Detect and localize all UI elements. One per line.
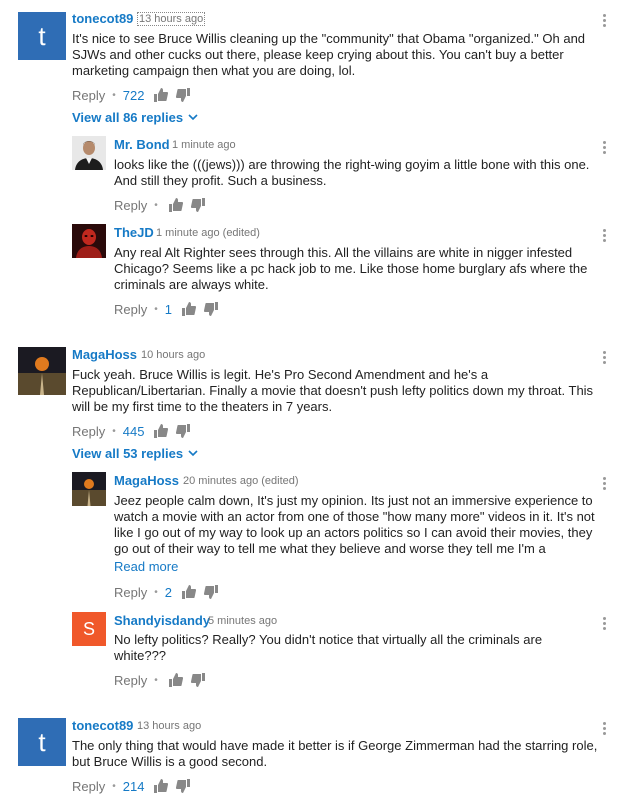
comment-text: It's nice to see Bruce Willis cleaning u…: [72, 31, 586, 78]
avatar[interactable]: t: [18, 718, 66, 766]
comment-text: Fuck yeah. Bruce Willis is legit. He's P…: [72, 367, 594, 414]
comment-timestamp[interactable]: 13 hours ago: [137, 720, 201, 732]
comment-actions: Reply • 445: [72, 423, 198, 439]
comment-actions: Reply • 722: [72, 87, 198, 103]
comment-actions: Reply • 1: [114, 301, 226, 317]
comment-text: looks like the (((jews))) are throwing t…: [114, 157, 590, 188]
reply-button[interactable]: Reply: [114, 198, 147, 213]
separator-dot: •: [154, 586, 158, 598]
comment-timestamp[interactable]: 13 hours ago: [137, 12, 206, 26]
reply-button[interactable]: Reply: [114, 302, 147, 317]
thumbs-up-icon[interactable]: [182, 302, 197, 316]
view-replies-label: View all 53 replies: [72, 446, 184, 461]
more-options-icon[interactable]: [603, 477, 607, 492]
like-count: 722: [122, 87, 145, 103]
comment-text: The only thing that would have made it b…: [72, 738, 598, 769]
comment-author[interactable]: Shandyisdandy: [114, 613, 210, 628]
separator-dot: •: [154, 199, 158, 211]
thumbs-up-icon[interactable]: [168, 673, 183, 687]
separator-dot: •: [154, 674, 158, 686]
reply-button[interactable]: Reply: [72, 424, 105, 439]
comment-actions: Reply •: [114, 672, 213, 688]
comment-text: Any real Alt Righter sees through this. …: [114, 245, 588, 292]
comment-timestamp[interactable]: 20 minutes ago (edited): [183, 475, 299, 487]
like-count: 214: [122, 778, 145, 794]
separator-dot: •: [112, 89, 116, 101]
comment-author[interactable]: tonecot89: [72, 718, 133, 733]
thumbs-down-icon[interactable]: [203, 585, 218, 599]
separator-dot: •: [112, 425, 116, 437]
thumbs-up-icon[interactable]: [168, 198, 183, 212]
comment-actions: Reply • 2: [114, 584, 226, 600]
avatar[interactable]: [72, 472, 106, 506]
more-options-icon[interactable]: [603, 722, 607, 737]
thumbs-down-icon[interactable]: [190, 673, 205, 687]
reply-button[interactable]: Reply: [114, 673, 147, 688]
thumbs-up-icon[interactable]: [154, 779, 169, 793]
view-replies-button[interactable]: View all 86 replies: [72, 110, 198, 125]
more-options-icon[interactable]: [603, 351, 607, 366]
thumbs-down-icon[interactable]: [176, 424, 191, 438]
chevron-down-icon: [188, 450, 198, 457]
more-options-icon[interactable]: [603, 617, 607, 632]
separator-dot: •: [154, 303, 158, 315]
comment-author[interactable]: Mr. Bond: [114, 137, 170, 152]
more-options-icon[interactable]: [603, 14, 607, 29]
more-options-icon[interactable]: [603, 141, 607, 156]
thumbs-up-icon[interactable]: [154, 88, 169, 102]
like-count: 445: [122, 423, 145, 439]
comment-author[interactable]: MagaHoss: [114, 473, 179, 488]
read-more-link[interactable]: Read more: [114, 559, 178, 574]
thumbs-down-icon[interactable]: [190, 198, 205, 212]
comment-timestamp[interactable]: 1 minute ago (edited): [156, 227, 260, 239]
comment-author[interactable]: TheJD: [114, 225, 154, 240]
thumbs-down-icon[interactable]: [176, 779, 191, 793]
comment-timestamp[interactable]: 1 minute ago: [172, 139, 236, 151]
reply-button[interactable]: Reply: [72, 779, 105, 794]
thumbs-up-icon[interactable]: [154, 424, 169, 438]
view-replies-label: View all 86 replies: [72, 110, 184, 125]
comment-author[interactable]: MagaHoss: [72, 347, 137, 362]
comment-author[interactable]: tonecot89: [72, 11, 133, 26]
comment-actions: Reply • 214: [72, 778, 198, 794]
avatar[interactable]: S: [72, 612, 106, 646]
comment-text: Jeez people calm down, It's just my opin…: [114, 493, 595, 556]
comment-timestamp[interactable]: 5 minutes ago: [208, 615, 277, 627]
avatar[interactable]: [18, 347, 66, 395]
more-options-icon[interactable]: [603, 229, 607, 244]
avatar[interactable]: [72, 136, 106, 170]
avatar[interactable]: [72, 224, 106, 258]
thumbs-down-icon[interactable]: [176, 88, 191, 102]
reply-button[interactable]: Reply: [114, 585, 147, 600]
thumbs-down-icon[interactable]: [203, 302, 218, 316]
view-replies-button[interactable]: View all 53 replies: [72, 446, 198, 461]
reply-button[interactable]: Reply: [72, 88, 105, 103]
like-count: 1: [164, 301, 172, 317]
comment-text: No lefty politics? Really? You didn't no…: [114, 632, 543, 663]
comment-timestamp[interactable]: 10 hours ago: [141, 349, 205, 361]
comment-actions: Reply •: [114, 197, 213, 213]
thumbs-up-icon[interactable]: [182, 585, 197, 599]
like-count: 2: [164, 584, 172, 600]
chevron-down-icon: [188, 114, 198, 121]
avatar[interactable]: t: [18, 12, 66, 60]
